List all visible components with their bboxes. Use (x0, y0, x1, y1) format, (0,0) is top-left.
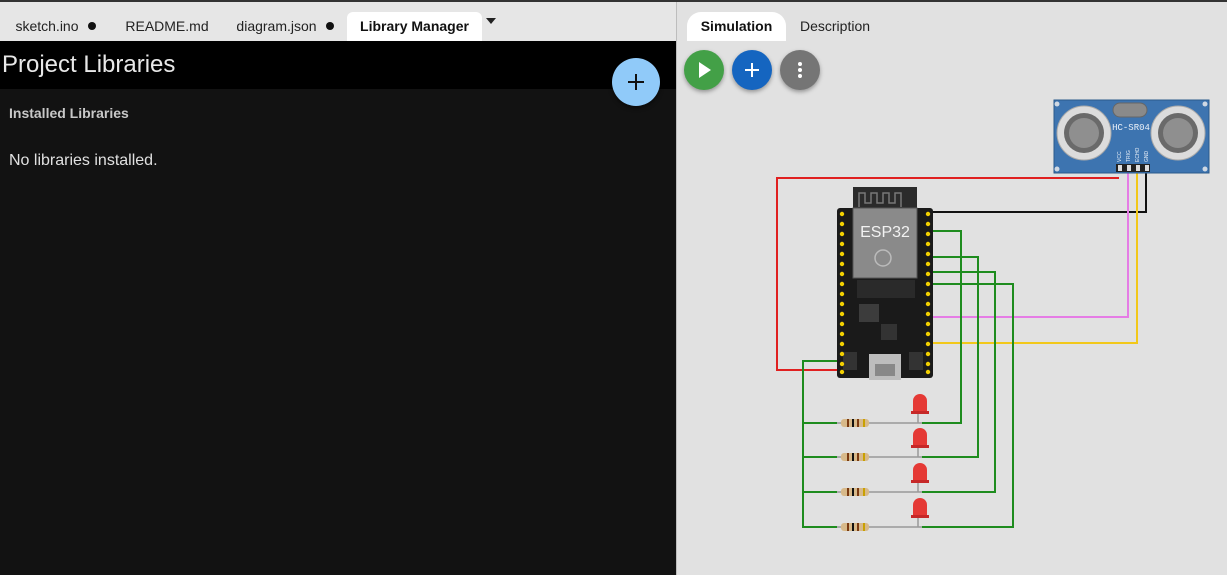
chevron-down-icon[interactable] (486, 18, 496, 24)
simulation-pane: Simulation Description ESP32 HC-SR04 VCC… (677, 2, 1227, 575)
led[interactable] (913, 394, 927, 413)
tab-diagram-json[interactable]: diagram.json (230, 12, 340, 41)
add-library-button[interactable] (612, 58, 660, 106)
circuit-diagram: ESP32 HC-SR04 VCC TRIG ECHO GND (776, 99, 1210, 531)
hc-sr04-sensor[interactable]: HC-SR04 VCC TRIG ECHO GND (1053, 99, 1210, 174)
tab-sketch-ino[interactable]: sketch.ino (8, 12, 103, 41)
library-manager-header: Project Libraries (0, 41, 676, 89)
wire-vcc[interactable] (776, 177, 1119, 371)
mcu-label: ESP32 (860, 224, 910, 241)
pin-label-echo: ECHO (1135, 147, 1141, 162)
pin-label-vcc: VCC (1117, 151, 1123, 162)
tab-library-manager[interactable]: Library Manager (347, 12, 482, 41)
led[interactable] (913, 428, 927, 447)
boot-button[interactable] (843, 352, 857, 370)
esp32-board[interactable]: ESP32 (837, 187, 933, 380)
tab-label: sketch.ino (15, 18, 79, 34)
tab-label: diagram.json (236, 18, 317, 34)
led-row-4[interactable] (837, 498, 929, 531)
led-row-3[interactable] (837, 463, 929, 496)
editor-tab-bar: sketch.ino README.md diagram.json Librar… (0, 2, 676, 41)
sensor-label: HC-SR04 (1112, 123, 1150, 133)
modified-dot-icon (325, 22, 334, 30)
page-title: Project Libraries (2, 51, 176, 78)
pin-label-trig: TRIG (1126, 150, 1132, 162)
led[interactable] (913, 498, 927, 517)
led[interactable] (913, 463, 927, 482)
led-row-1[interactable] (837, 394, 929, 427)
tab-label: Library Manager (360, 18, 469, 34)
led-row-2[interactable] (837, 428, 929, 461)
pin-label-gnd: GND (1144, 151, 1150, 163)
en-button[interactable] (909, 352, 923, 370)
wire-led4[interactable] (922, 283, 1014, 528)
modified-dot-icon (87, 22, 96, 30)
editor-pane: sketch.ino README.md diagram.json Librar… (0, 2, 676, 575)
wires (776, 172, 1147, 528)
tab-readme-md[interactable]: README.md (115, 12, 219, 41)
tab-label: README.md (125, 18, 209, 34)
empty-libraries-message: No libraries installed. (9, 152, 158, 169)
installed-libraries-label: Installed Libraries (9, 105, 129, 121)
wire-gnd-rail[interactable] (802, 360, 842, 528)
